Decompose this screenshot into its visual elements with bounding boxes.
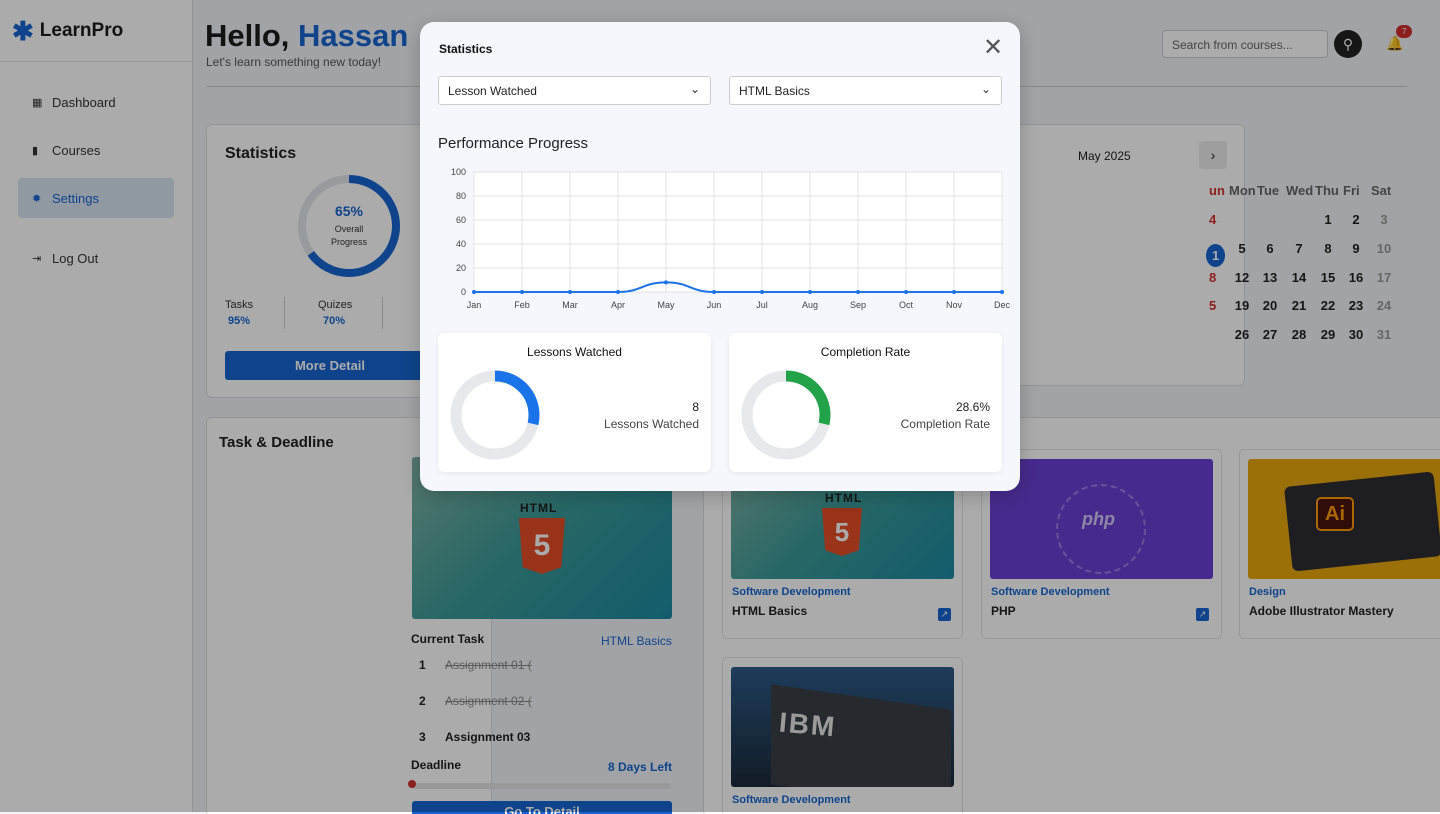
chart-x-tick-label: Mar bbox=[562, 300, 578, 310]
chevron-down-icon: ⌄ bbox=[980, 82, 991, 96]
chart-point bbox=[1000, 290, 1004, 294]
metric-select-value: Lesson Watched bbox=[448, 84, 537, 98]
chart-x-tick-label: Apr bbox=[611, 300, 625, 310]
lessons-watched-value: 8 bbox=[692, 400, 699, 414]
completion-donut bbox=[741, 370, 831, 460]
chart-x-tick-label: Feb bbox=[514, 300, 530, 310]
lessons-watched-title: Lessons Watched bbox=[527, 345, 622, 359]
modal-title: Statistics bbox=[439, 42, 493, 56]
chart-x-tick-label: Jun bbox=[707, 300, 722, 310]
course-select-value: HTML Basics bbox=[739, 84, 810, 98]
chart-y-tick-label: 80 bbox=[456, 191, 466, 201]
chart-point bbox=[664, 280, 668, 285]
chart-point bbox=[712, 290, 716, 294]
completion-rate-card: Completion Rate 28.6% Completion Rate bbox=[729, 333, 1002, 472]
close-icon[interactable]: ✕ bbox=[983, 36, 1003, 60]
chart-point bbox=[760, 290, 764, 294]
chart-heading: Performance Progress bbox=[438, 135, 589, 152]
metric-select[interactable]: Lesson Watched ⌄ bbox=[438, 76, 711, 105]
chart-y-tick-label: 40 bbox=[456, 239, 466, 249]
chart-x-tick-label: Sep bbox=[850, 300, 866, 310]
chart-point bbox=[808, 290, 812, 294]
lessons-donut bbox=[450, 370, 540, 460]
chart-point bbox=[856, 290, 860, 294]
chart-point bbox=[520, 290, 524, 294]
chart-x-tick-label: Aug bbox=[802, 300, 818, 310]
chevron-down-icon: ⌄ bbox=[689, 82, 700, 96]
chart-y-tick-label: 60 bbox=[456, 215, 466, 225]
chart-x-tick-label: Jan bbox=[467, 300, 482, 310]
chart-x-tick-label: Oct bbox=[899, 300, 914, 310]
completion-rate-label: Completion Rate bbox=[900, 417, 990, 431]
chart-point bbox=[616, 290, 620, 294]
chart-plot-area bbox=[474, 172, 1002, 292]
statistics-modal: Statistics ✕ Lesson Watched ⌄ HTML Basics… bbox=[420, 22, 1020, 491]
chart-point bbox=[568, 290, 572, 294]
chart-point bbox=[952, 290, 956, 294]
chart-y-tick-label: 100 bbox=[451, 167, 466, 177]
chart-point bbox=[472, 290, 476, 294]
performance-chart: 0 20 40 60 80 100 Jan Feb Mar Apr May Jun Jul Aug Sep O… bbox=[451, 167, 1011, 310]
chart-y-tick-label: 20 bbox=[456, 263, 466, 273]
completion-rate-title: Completion Rate bbox=[820, 345, 911, 359]
chart-point bbox=[904, 290, 908, 294]
chart-y-tick-label: 0 bbox=[461, 287, 466, 297]
chart-x-tick-label: Nov bbox=[946, 300, 963, 310]
course-select[interactable]: HTML Basics ⌄ bbox=[729, 76, 1002, 105]
completion-rate-value: 28.6% bbox=[955, 400, 990, 414]
chart-x-tick-label: Dec bbox=[994, 300, 1011, 310]
chart-x-tick-label: May bbox=[657, 300, 675, 310]
chart-x-tick-label: Jul bbox=[756, 300, 768, 310]
lessons-watched-card: Lessons Watched 8 Lessons Watched bbox=[438, 333, 711, 472]
lessons-watched-label: Lessons Watched bbox=[604, 417, 699, 431]
